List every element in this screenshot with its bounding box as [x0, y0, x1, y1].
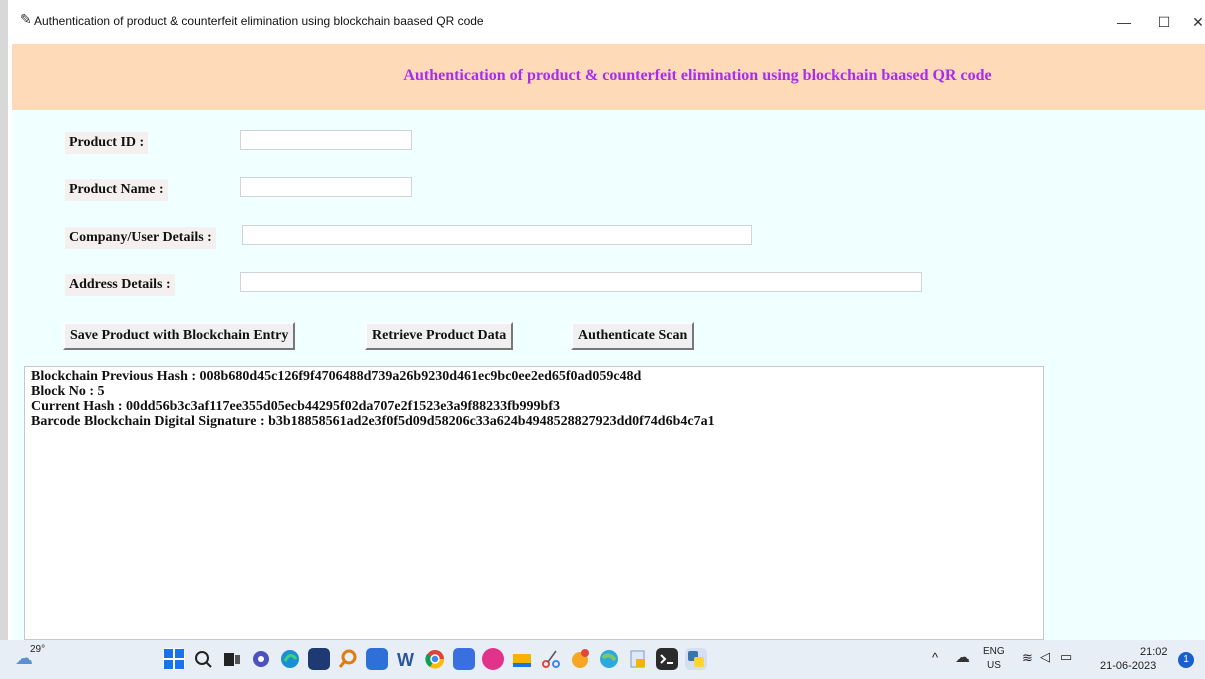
svg-text:W: W [397, 650, 414, 670]
authenticate-scan-button[interactable]: Authenticate Scan [571, 322, 695, 350]
app-icon[interactable] [453, 648, 475, 670]
notepad-icon[interactable] [627, 648, 649, 670]
python-icon[interactable] [685, 648, 707, 670]
onedrive-icon[interactable]: ☁ [955, 648, 970, 666]
feather-icon: ✎ [20, 11, 32, 27]
paint-icon[interactable] [569, 648, 591, 670]
chat-icon[interactable] [250, 648, 272, 670]
clock-time[interactable]: 21:02 [1140, 646, 1168, 658]
start-icon[interactable] [163, 648, 185, 670]
notification-badge[interactable]: 1 [1178, 652, 1194, 668]
chrome-icon[interactable] [424, 648, 446, 670]
window-title: Authentication of product & counterfeit … [34, 14, 484, 28]
app-window: ✎ Authentication of product & counterfei… [8, 0, 1205, 640]
save-product-button[interactable]: Save Product with Blockchain Entry [63, 322, 296, 350]
product-name-label: Product Name : [65, 179, 168, 201]
minimize-button[interactable]: — [1104, 8, 1144, 36]
output-line: Blockchain Previous Hash : 008b680d45c12… [31, 369, 642, 384]
calculator-icon[interactable] [366, 648, 388, 670]
wifi-icon[interactable]: ≋ [1022, 650, 1033, 666]
product-id-input[interactable] [240, 130, 412, 150]
word-icon[interactable]: W [395, 648, 417, 670]
clock-date[interactable]: 21-06-2023 [1100, 660, 1156, 672]
edge-icon[interactable] [279, 648, 301, 670]
store-icon[interactable] [308, 648, 330, 670]
files-icon[interactable] [511, 648, 533, 670]
task-view-icon[interactable] [221, 648, 243, 670]
output-line: Block No : 5 [31, 384, 105, 399]
company-details-label: Company/User Details : [65, 227, 216, 249]
close-button[interactable]: ✕ [1178, 8, 1205, 36]
title-bar[interactable]: ✎ Authentication of product & counterfei… [8, 0, 1205, 44]
main-panel: Product ID : Product Name : Company/User… [12, 110, 1205, 640]
terminal-icon[interactable] [656, 648, 678, 670]
window-edge [0, 0, 8, 640]
product-id-label: Product ID : [65, 132, 149, 154]
app-icon-2[interactable] [482, 648, 504, 670]
product-name-input[interactable] [240, 177, 412, 197]
language-indicator[interactable]: ENG [983, 646, 1005, 657]
weather-temp[interactable]: 29° [30, 644, 45, 655]
output-textarea[interactable]: Blockchain Previous Hash : 008b680d45c12… [24, 366, 1044, 640]
battery-icon[interactable]: ▭ [1060, 649, 1072, 665]
search-icon[interactable] [192, 648, 214, 670]
language-region[interactable]: US [987, 660, 1001, 671]
search-app-icon[interactable] [337, 648, 359, 670]
address-details-input[interactable] [240, 272, 922, 292]
maps-icon[interactable] [598, 648, 620, 670]
retrieve-product-button[interactable]: Retrieve Product Data [365, 322, 514, 350]
snipping-icon[interactable] [540, 648, 562, 670]
address-details-label: Address Details : [65, 274, 175, 296]
header-banner: Authentication of product & counterfeit … [12, 44, 1205, 110]
page-title: Authentication of product & counterfeit … [403, 67, 992, 84]
output-line: Barcode Blockchain Digital Signature : b… [31, 414, 715, 429]
output-line: Current Hash : 00dd56b3c3af117ee355d05ec… [31, 399, 561, 414]
company-details-input[interactable] [242, 225, 752, 245]
chevron-up-icon[interactable]: ^ [932, 650, 938, 665]
volume-icon[interactable]: ◁ [1040, 649, 1050, 665]
taskbar: ☁ 29° W ^ ☁ ENG US ≋ ◁ ▭ 21:02 21-06-202… [0, 640, 1205, 679]
